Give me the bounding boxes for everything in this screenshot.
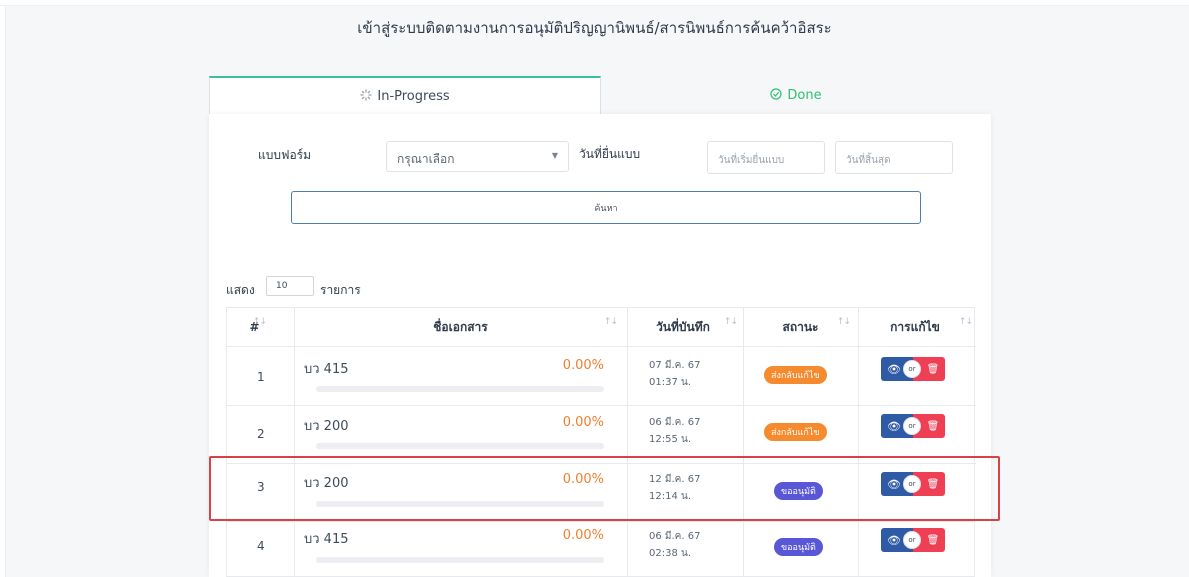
end-date-input[interactable]: วันที่สิ้นสุด [835, 141, 953, 174]
saved-date-time: 12:55 น. [649, 434, 692, 445]
or-separator: or [903, 531, 921, 549]
saved-date-time: 02:38 น. [649, 548, 692, 559]
check-circle-icon [770, 87, 782, 103]
progress-percent: 0.00% [562, 528, 604, 543]
column-divider [743, 308, 744, 577]
saved-date: 06 มี.ค. 67 12:55 น. [649, 414, 700, 448]
eye-icon: 👁 [887, 362, 901, 376]
column-header-date-label: วันที่บันทึก [656, 319, 710, 334]
row-number: 1 [257, 370, 265, 384]
show-label: แสดง [226, 283, 255, 297]
document-name[interactable]: บว 415 [304, 528, 349, 549]
sort-icon[interactable]: ↑↓ [604, 317, 618, 327]
date-label: วันที่ยื่นแบบ [579, 147, 641, 161]
row-highlight-box [209, 456, 1000, 521]
status-badge: ขออนุมัติ [774, 538, 823, 556]
row-actions: 👁 or 🗑 [881, 357, 945, 381]
progress-bar [316, 557, 604, 563]
status-badge: ส่งกลับแก้ไข [764, 366, 827, 384]
document-name[interactable]: บว 200 [304, 415, 349, 436]
sort-icon[interactable]: ↑↓ [837, 317, 851, 327]
progress-percent: 0.00% [562, 415, 604, 430]
page-title: เข้าสู่ระบบติดตามงานการอนุมัติปริญญานิพน… [357, 19, 832, 37]
page-size-input[interactable]: 10 [266, 276, 314, 296]
form-label: แบบฟอร์ม [258, 148, 312, 162]
progress-bar [316, 443, 604, 449]
column-header-status-label: สถานะ [782, 319, 819, 334]
sort-icon[interactable]: ↑↓ [959, 317, 973, 327]
row-number: 4 [257, 539, 265, 553]
row-divider [227, 346, 976, 347]
start-date-input[interactable]: วันที่เริ่มยื่นแบบ [707, 141, 825, 174]
trash-icon: 🗑 [926, 420, 940, 432]
row-number: 2 [257, 427, 265, 441]
form-select[interactable]: กรุณาเลือก ▼ [386, 141, 569, 172]
status-badge: ส่งกลับแก้ไข [764, 423, 827, 441]
saved-date: 06 มี.ค. 67 02:38 น. [649, 528, 700, 562]
column-divider [858, 308, 859, 577]
or-separator: or [903, 360, 921, 378]
saved-date-day: 07 มี.ค. 67 [649, 360, 701, 371]
or-separator: or [903, 475, 921, 493]
chevron-down-icon: ▼ [551, 151, 558, 160]
column-header-actions-label: การแก้ไข [890, 319, 940, 334]
spinner-icon [360, 88, 373, 104]
saved-date: 07 มี.ค. 67 01:37 น. [649, 357, 700, 391]
progress-percent: 0.00% [562, 358, 604, 373]
trash-icon: 🗑 [926, 534, 940, 546]
column-divider [294, 308, 295, 577]
column-header-document[interactable]: ชื่อเอกสาร ↑↓ [294, 308, 627, 346]
or-separator: or [903, 417, 921, 435]
items-label: รายการ [320, 283, 361, 297]
form-select-value: กรุณาเลือก [397, 152, 455, 166]
saved-date-time: 01:37 น. [649, 377, 692, 388]
column-header-document-label: ชื่อเอกสาร [433, 319, 488, 334]
document-name[interactable]: บว 415 [304, 358, 349, 379]
sort-icon[interactable]: ↑↓ [724, 317, 738, 327]
column-header-number[interactable]: # ↑↓ [227, 308, 294, 346]
tab-done[interactable]: Done [601, 76, 991, 114]
top-border [0, 5, 1189, 6]
row-divider [227, 521, 976, 522]
documents-table: # ↑↓ ชื่อเอกสาร ↑↓ วันที่บันทึก ↑↓ สถานะ… [226, 307, 976, 577]
tab-in-progress[interactable]: In-Progress [209, 76, 601, 114]
saved-date-day: 06 มี.ค. 67 [649, 417, 701, 428]
column-divider [627, 308, 628, 577]
eye-icon: 👁 [887, 533, 901, 547]
column-header-actions[interactable]: การแก้ไข ↑↓ [858, 308, 976, 346]
progress-bar [316, 386, 604, 392]
row-actions: 👁 or 🗑 [881, 528, 945, 552]
row-actions: 👁 or 🗑 [881, 414, 945, 438]
search-button[interactable]: ค้นหา [291, 191, 921, 224]
sort-icon[interactable]: ↑↓ [253, 317, 267, 327]
row-divider [227, 405, 976, 406]
trash-icon: 🗑 [926, 363, 940, 375]
tab-in-progress-label: In-Progress [377, 88, 450, 104]
left-border [5, 5, 6, 577]
eye-icon: 👁 [887, 419, 901, 433]
tab-done-label: Done [787, 87, 822, 103]
column-header-status[interactable]: สถานะ ↑↓ [743, 308, 858, 346]
column-header-date[interactable]: วันที่บันทึก ↑↓ [627, 308, 743, 346]
saved-date-day: 06 มี.ค. 67 [649, 531, 701, 542]
